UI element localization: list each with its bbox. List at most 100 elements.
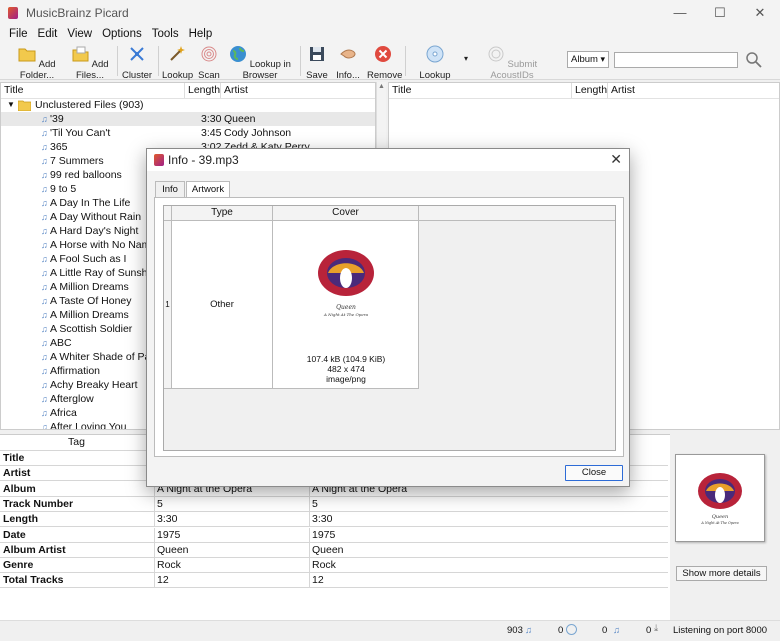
picard-app-icon <box>154 154 164 166</box>
tag-header[interactable]: Tag <box>0 435 154 451</box>
original-value: 3:30 <box>157 513 178 526</box>
col-length[interactable]: Length <box>572 83 608 98</box>
column-divider <box>309 542 310 558</box>
cover-header[interactable]: Cover <box>273 206 419 221</box>
music-file-icon: ♫ <box>41 296 48 306</box>
music-file-icon: ♫ <box>41 240 48 250</box>
cover-subtitle-text: A Night At The Opera <box>323 312 369 317</box>
scroll-up-arrow-icon[interactable]: ▲ <box>378 83 385 90</box>
file-length: 3:30 <box>201 113 222 125</box>
cover-art-image: Queen A Night At The Opera <box>292 227 400 345</box>
column-divider <box>154 527 155 543</box>
music-file-icon: ♫ <box>41 422 48 430</box>
original-value: 12 <box>157 574 169 587</box>
col-title[interactable]: Title <box>1 83 185 98</box>
column-divider <box>309 558 310 574</box>
info-hand-icon <box>340 49 356 59</box>
col-title[interactable]: Title <box>389 83 572 98</box>
col-length[interactable]: Length <box>185 83 221 98</box>
metadata-row[interactable]: Album Artist Queen Queen <box>0 542 668 558</box>
metadata-row[interactable]: Total Tracks 12 12 <box>0 573 668 589</box>
submit-acoustids-button[interactable]: Submit AcoustIDs <box>479 43 545 81</box>
dialog-title: Info - 39.mp3 <box>168 153 239 167</box>
window-title: MusicBrainz Picard <box>26 5 129 20</box>
metadata-row[interactable]: Length 3:30 3:30 <box>0 512 668 528</box>
music-file-icon: ♫ <box>41 198 48 208</box>
lookup-in-browser-button[interactable]: Lookup in Browser <box>226 43 294 81</box>
file-row[interactable]: ♫ 'Til You Can't 3:45 Cody Johnson <box>1 126 375 140</box>
tag-name: Genre <box>3 559 34 572</box>
music-file-icon: ♫ <box>41 170 48 180</box>
cover-dimensions-text: 482 x 474 <box>327 364 365 374</box>
metadata-row[interactable]: Date 1975 1975 <box>0 527 668 543</box>
show-more-details-button[interactable]: Show more details <box>676 566 767 581</box>
menu-tools[interactable]: Tools <box>152 28 179 40</box>
toolbar-separator <box>158 46 159 76</box>
menu-options[interactable]: Options <box>102 28 142 40</box>
original-value: 1975 <box>157 528 181 541</box>
download-icon: ⤓ <box>654 623 659 634</box>
menu-view[interactable]: View <box>67 28 92 40</box>
music-file-icon: ♫ <box>41 282 48 292</box>
file-title: 'Til You Can't <box>50 127 111 139</box>
fingerprint-icon <box>201 46 217 62</box>
minimize-button[interactable]: — <box>660 0 700 25</box>
toolbar-separator <box>117 46 118 76</box>
lookup-in-browser-label: Lookup in Browser <box>242 59 291 81</box>
music-file-icon: ♫ <box>41 352 48 362</box>
new-value: Rock <box>312 559 336 572</box>
file-title: '39 <box>50 113 64 125</box>
file-row[interactable]: ♫ '39 3:30 Queen <box>1 112 375 126</box>
type-header[interactable]: Type <box>172 206 273 221</box>
maximize-button[interactable]: ☐ <box>700 0 740 25</box>
lookup-cd-dropdown[interactable]: ▾ <box>461 54 471 63</box>
tag-name: Artist <box>3 467 31 480</box>
search-icon[interactable] <box>745 51 763 69</box>
collapse-arrow-icon[interactable]: ▼ <box>7 98 15 112</box>
search-type-select[interactable]: Album <box>567 51 609 68</box>
tag-name: Title <box>3 452 25 464</box>
scan-button[interactable]: Scan <box>196 43 222 81</box>
col-artist[interactable]: Artist <box>221 83 375 98</box>
dialog-close-icon[interactable]: ✕ <box>610 151 622 168</box>
column-divider <box>154 542 155 558</box>
add-folder-button[interactable]: Add Folder... <box>13 43 61 81</box>
pending-count-3: 0 <box>646 625 652 636</box>
column-divider <box>154 573 155 589</box>
col-artist[interactable]: Artist <box>608 83 779 98</box>
dialog-close-button[interactable]: Close <box>565 465 623 481</box>
new-value: 12 <box>312 574 324 587</box>
menu-edit[interactable]: Edit <box>38 28 58 40</box>
metadata-row[interactable]: Genre Rock Rock <box>0 558 668 574</box>
original-value: Rock <box>157 559 181 572</box>
music-file-icon: ♫ <box>41 394 48 404</box>
lookup-button[interactable]: Lookup <box>162 43 193 81</box>
cover-cell[interactable]: Queen A Night At The Opera 107.4 kB (104… <box>273 221 419 389</box>
original-value: Queen <box>157 543 189 556</box>
menu-help[interactable]: Help <box>189 28 213 40</box>
music-file-icon: ♫ <box>41 268 48 278</box>
info-button[interactable]: Info... <box>335 43 361 81</box>
save-label: Save <box>306 70 328 81</box>
cluster-label: Cluster <box>121 70 153 81</box>
remove-button[interactable]: Remove <box>367 43 402 81</box>
tag-name: Date <box>3 528 26 541</box>
column-divider <box>309 573 310 589</box>
new-value: 5 <box>312 497 318 510</box>
music-note-icon: ♫ <box>613 625 621 636</box>
music-file-icon: ♫ <box>41 212 48 222</box>
save-button[interactable]: Save <box>305 43 329 81</box>
cover-title-text: Queen <box>336 304 356 311</box>
add-files-button[interactable]: Add Files... <box>68 43 112 81</box>
row-number: 1 <box>164 221 172 389</box>
search-input[interactable] <box>614 52 738 68</box>
cluster-row[interactable]: ▼ Unclustered Files (903) <box>1 98 375 112</box>
album-cover-thumbnail[interactable]: Queen A Night At The Opera <box>675 454 765 542</box>
tag-name: Total Tracks <box>3 574 64 587</box>
music-file-icon: ♫ <box>41 128 48 138</box>
cluster-button[interactable]: Cluster <box>121 43 153 81</box>
metadata-row[interactable]: Track Number 5 5 <box>0 496 668 512</box>
close-window-button[interactable]: ✕ <box>740 0 780 25</box>
menu-file[interactable]: File <box>9 28 28 40</box>
tab-info[interactable]: Info <box>155 181 185 198</box>
